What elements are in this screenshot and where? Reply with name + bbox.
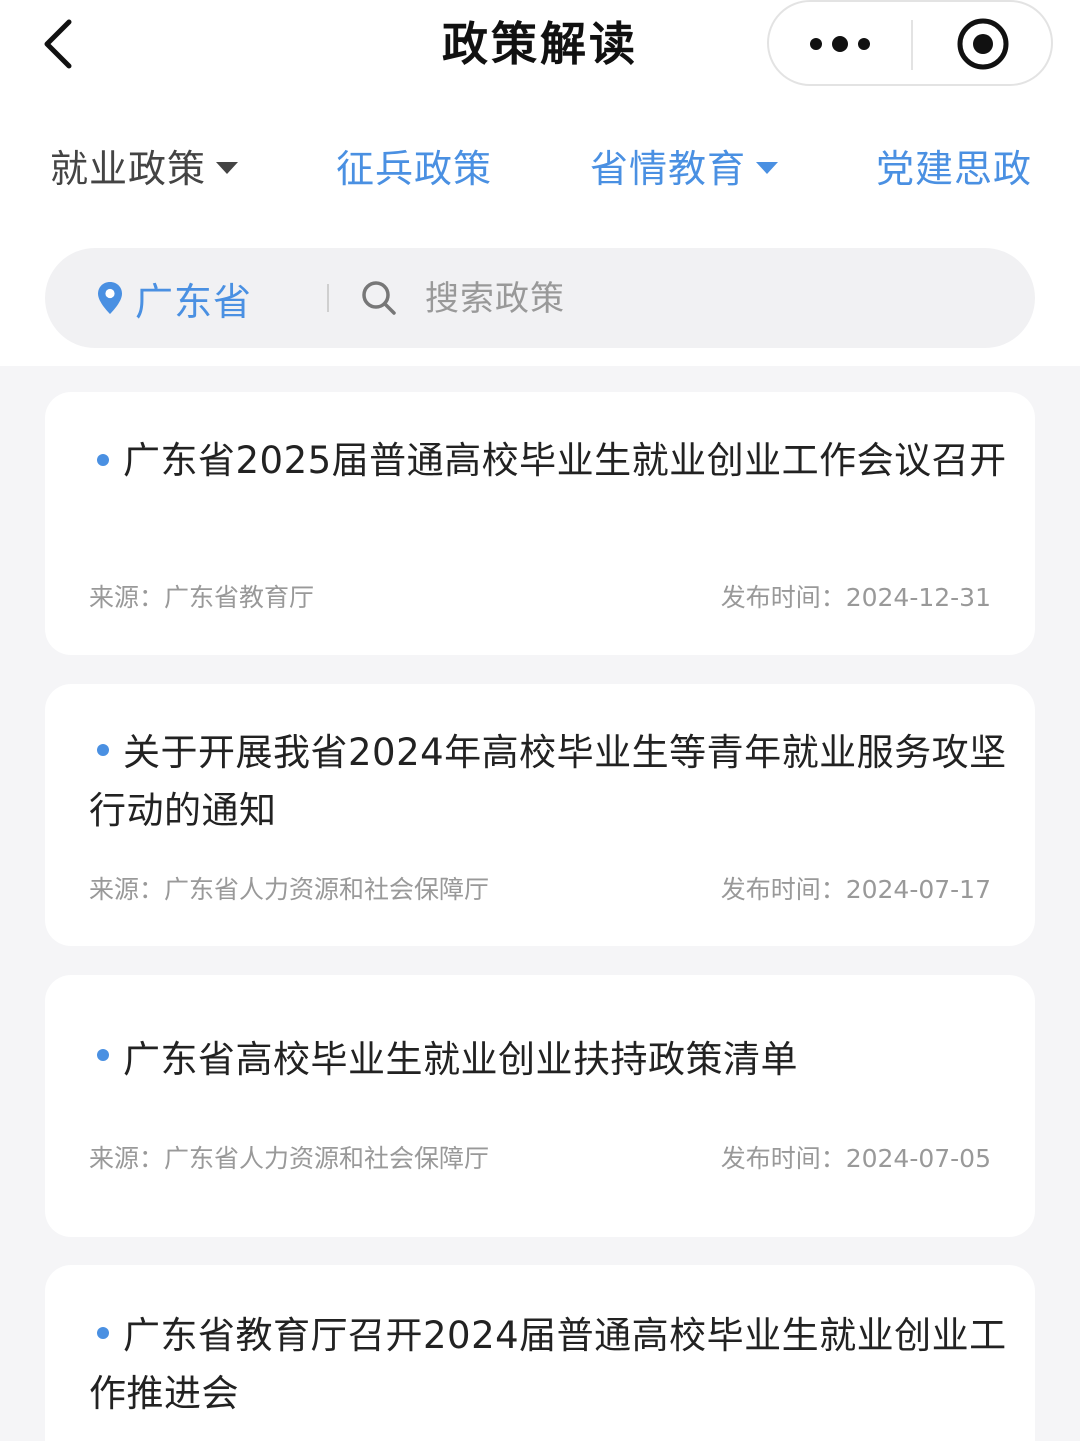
tab-label: 党建思政	[876, 146, 1033, 191]
policy-source: 来源：广东省人力资源和社会保障厅	[89, 875, 490, 904]
policy-title: 广东省高校毕业生就业创业扶持政策清单	[123, 1038, 798, 1081]
policy-card[interactable]: 广东省2025届普通高校毕业生就业创业工作会议召开 来源：广东省教育厅 发布时间…	[45, 392, 1035, 655]
target-circle-icon	[957, 18, 1009, 70]
tab-label: 省情教育	[590, 146, 747, 191]
category-tabs: 就业政策 征兵政策 省情教育 党建思政	[0, 130, 1080, 200]
tab-label: 征兵政策	[336, 146, 493, 191]
navigation-bar: 政策解读	[0, 0, 1080, 100]
policy-card[interactable]: 广东省高校毕业生就业创业扶持政策清单 来源：广东省人力资源和社会保障厅 发布时间…	[45, 975, 1035, 1237]
tab-employment-policy[interactable]: 就业政策	[50, 130, 239, 200]
search-input[interactable]	[423, 266, 1007, 332]
policy-meta: 来源：广东省人力资源和社会保障厅 发布时间：2024-07-05	[89, 1139, 991, 1179]
policy-card[interactable]: 广东省教育厅召开2024届普通高校毕业生就业创业工作推进会	[45, 1265, 1035, 1441]
policy-meta: 来源：广东省教育厅 发布时间：2024-12-31	[89, 578, 991, 618]
tab-provincial-education[interactable]: 省情教育	[590, 130, 779, 200]
caret-down-icon	[756, 162, 779, 174]
location-label: 广东省	[135, 279, 253, 324]
more-dots-icon	[810, 36, 870, 52]
search-divider	[327, 284, 329, 312]
mini-program-capsule	[767, 0, 1053, 86]
location-pin-icon	[98, 282, 122, 314]
more-button[interactable]	[769, 2, 911, 86]
search-bar: 广东省	[45, 248, 1035, 348]
policy-date: 发布时间：2024-12-31	[720, 583, 991, 612]
search-area: 广东省	[0, 220, 1080, 366]
policy-source: 来源：广东省人力资源和社会保障厅	[89, 1144, 490, 1173]
search-icon	[359, 278, 399, 318]
policy-date: 发布时间：2024-07-17	[720, 875, 991, 904]
policy-meta: 来源：广东省人力资源和社会保障厅 发布时间：2024-07-17	[89, 870, 991, 910]
tab-conscription-policy[interactable]: 征兵政策	[336, 130, 492, 200]
location-selector[interactable]: 广东省	[97, 248, 252, 348]
tab-label: 就业政策	[50, 146, 207, 191]
policy-title: 广东省2025届普通高校毕业生就业创业工作会议召开	[123, 439, 1007, 482]
close-button[interactable]	[913, 2, 1053, 86]
caret-down-icon	[216, 162, 239, 174]
policy-date: 发布时间：2024-07-05	[720, 1144, 991, 1173]
policy-title: 关于开展我省2024年高校毕业生等青年就业服务攻坚行动的通知	[89, 731, 1007, 832]
policy-title: 广东省教育厅召开2024届普通高校毕业生就业创业工作推进会	[89, 1314, 1007, 1415]
tab-party-building[interactable]: 党建思政	[876, 130, 1032, 200]
policy-card[interactable]: 关于开展我省2024年高校毕业生等青年就业服务攻坚行动的通知 来源：广东省人力资…	[45, 684, 1035, 946]
policy-source: 来源：广东省教育厅	[89, 583, 315, 612]
top-bar: 政策解读 就业政策 征兵政策 省情教育 党建思政	[0, 0, 1080, 220]
